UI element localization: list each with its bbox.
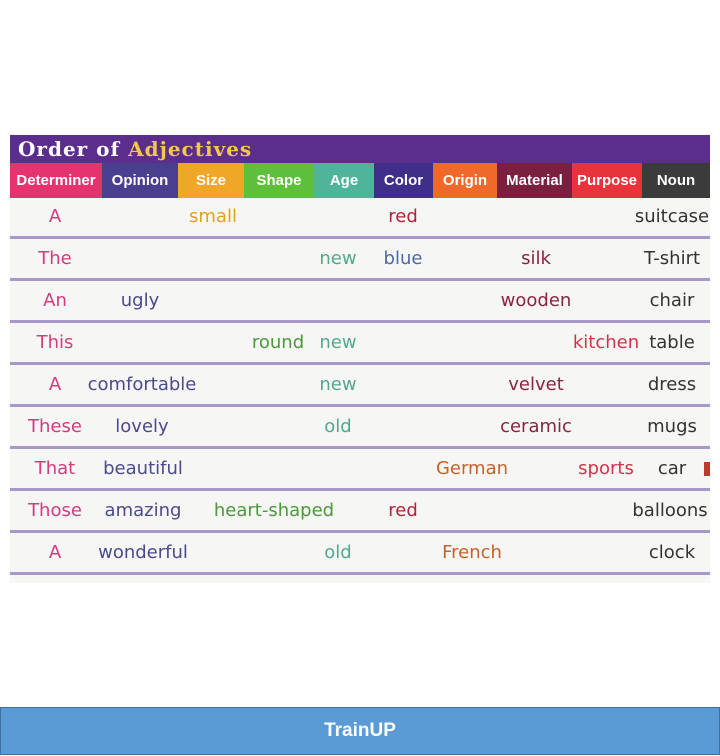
cell-color: red: [388, 206, 418, 227]
column-header-purpose: Purpose: [572, 163, 642, 198]
title-bar: Order of Adjectives: [10, 135, 710, 163]
cell-material: ceramic: [500, 416, 572, 437]
cell-shape: round: [251, 332, 305, 353]
cell-noun: table: [649, 332, 695, 353]
column-header-opinion: Opinion: [102, 163, 178, 198]
cell-noun: car: [657, 458, 687, 479]
cell-noun: dress: [647, 374, 697, 395]
row-divider: [10, 362, 710, 365]
column-header-age: Age: [314, 163, 374, 198]
cell-opinion: amazing: [104, 500, 182, 521]
cell-age: new: [319, 374, 357, 395]
cell-determiner: These: [28, 416, 82, 437]
cell-determiner: This: [36, 332, 74, 353]
column-header-size: Size: [178, 163, 244, 198]
column-header-shape: Shape: [244, 163, 314, 198]
cell-noun: clock: [648, 542, 696, 563]
column-header-material: Material: [497, 163, 572, 198]
cell-material: wooden: [500, 290, 572, 311]
cell-determiner: Those: [28, 500, 82, 521]
adjective-order-chart: Order of Adjectives Determiner Opinion Siz…: [10, 135, 710, 583]
cell-origin: French: [442, 542, 502, 563]
cell-noun: T-shirt: [643, 248, 701, 269]
cell-color: blue: [383, 248, 423, 269]
row-divider: [10, 446, 710, 449]
title-part-1: Order of: [18, 137, 121, 161]
row-divider: [10, 320, 710, 323]
cell-noun: mugs: [647, 416, 697, 437]
cell-determiner: The: [38, 248, 72, 269]
row-divider: [10, 236, 710, 239]
footer-bar: TrainUP: [0, 707, 720, 755]
row-divider: [10, 488, 710, 491]
cell-age: new: [319, 332, 357, 353]
cell-opinion: beautiful: [103, 458, 183, 479]
row-divider: [10, 572, 710, 575]
cell-determiner: A: [48, 206, 62, 227]
cell-determiner: An: [43, 290, 67, 311]
cell-determiner: A: [48, 374, 62, 395]
cell-noun: suitcase: [634, 206, 710, 227]
row-divider: [10, 530, 710, 533]
cell-determiner: That: [34, 458, 76, 479]
cell-noun: chair: [649, 290, 695, 311]
cell-color: red: [388, 500, 418, 521]
column-header-row: Determiner Opinion Size Shape Age Color Origin…: [10, 163, 710, 198]
cell-age: old: [324, 542, 352, 563]
cell-purpose: kitchen: [572, 332, 640, 353]
cell-opinion: wonderful: [98, 542, 188, 563]
row-divider: [10, 404, 710, 407]
cropped-edge-mark: [704, 462, 710, 476]
cell-age: new: [319, 248, 357, 269]
cell-noun: balloons: [632, 500, 708, 521]
column-header-color: Color: [374, 163, 433, 198]
cell-size: small: [189, 206, 237, 227]
cell-opinion: ugly: [120, 290, 160, 311]
cell-origin: German: [435, 458, 509, 479]
cell-opinion: lovely: [115, 416, 169, 437]
cell-purpose: sports: [578, 458, 634, 479]
column-header-determiner: Determiner: [10, 163, 102, 198]
cell-material: velvet: [508, 374, 564, 395]
cell-determiner: A: [48, 542, 62, 563]
title-part-2: Adjectives: [128, 137, 253, 161]
row-divider: [10, 278, 710, 281]
chart-title: Order of Adjectives: [18, 135, 252, 163]
cell-material: silk: [521, 248, 551, 269]
column-header-origin: Origin: [433, 163, 497, 198]
cell-age: old: [324, 416, 352, 437]
footer-brand: TrainUP: [324, 720, 396, 741]
cell-opinion: comfortable: [87, 374, 197, 395]
column-header-noun: Noun: [642, 163, 710, 198]
cell-shape: heart-shaped: [213, 500, 335, 521]
